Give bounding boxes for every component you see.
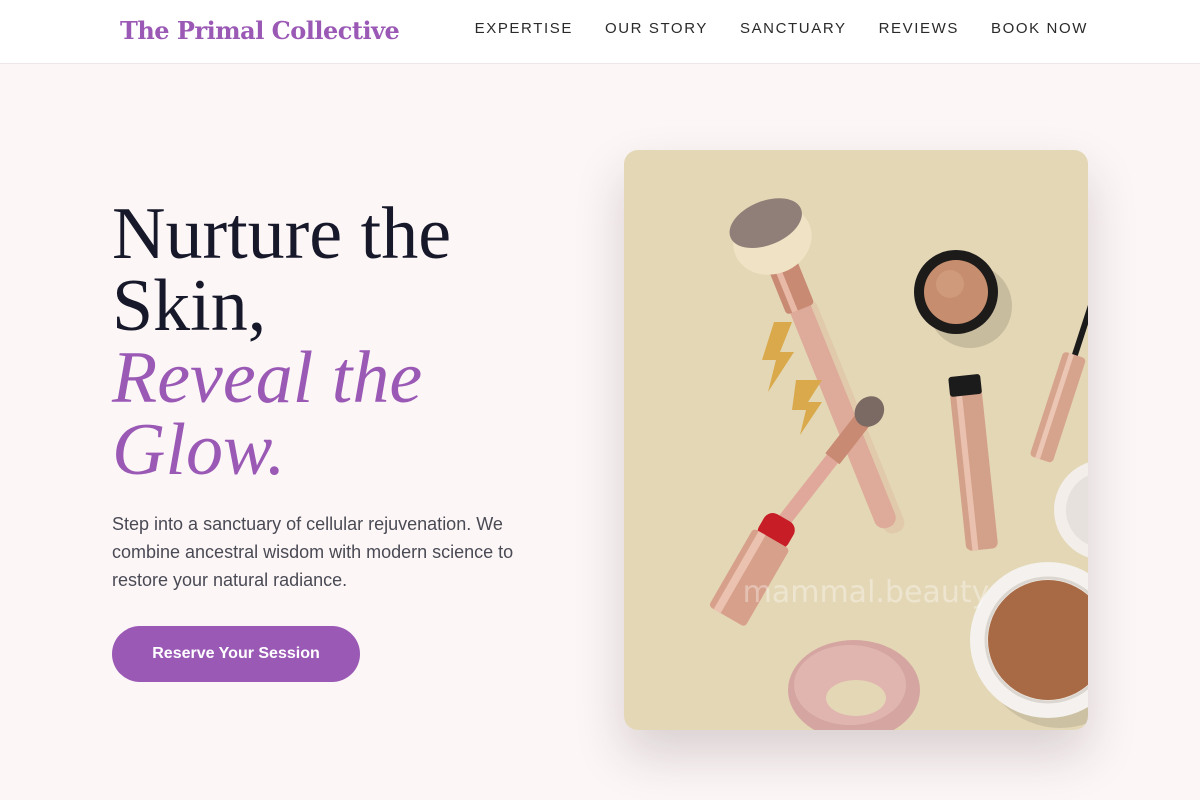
hero-image: mammal.beauty <box>624 150 1088 730</box>
hero-title-line-1: Nurture the <box>112 193 452 275</box>
hero-accent-line-1: Reveal the <box>112 337 423 419</box>
cosmetics-flatlay-illustration <box>624 150 1088 730</box>
nav-link-our-story[interactable]: OUR STORY <box>605 20 708 37</box>
hero-title: Nurture the Skin, Reveal the Glow. <box>112 193 582 491</box>
hero-description: Step into a sanctuary of cellular rejuve… <box>112 514 514 590</box>
nav-link-sanctuary[interactable]: SANCTUARY <box>740 20 847 37</box>
hero-accent-line-2: Glow. <box>112 409 286 491</box>
brand-logo[interactable]: The Primal Collective <box>120 16 400 45</box>
reserve-session-button[interactable]: Reserve Your Session <box>112 626 360 682</box>
nav-link-reviews[interactable]: REVIEWS <box>879 20 959 37</box>
nav-link-book-now[interactable]: BOOK NOW <box>991 20 1088 37</box>
hero-title-line-2: Skin, <box>112 265 267 347</box>
main-nav: EXPERTISE OUR STORY SANCTUARY REVIEWS BO… <box>475 20 1088 37</box>
nav-link-expertise[interactable]: EXPERTISE <box>475 20 573 37</box>
site-header: The Primal Collective EXPERTISE OUR STOR… <box>0 0 1200 64</box>
